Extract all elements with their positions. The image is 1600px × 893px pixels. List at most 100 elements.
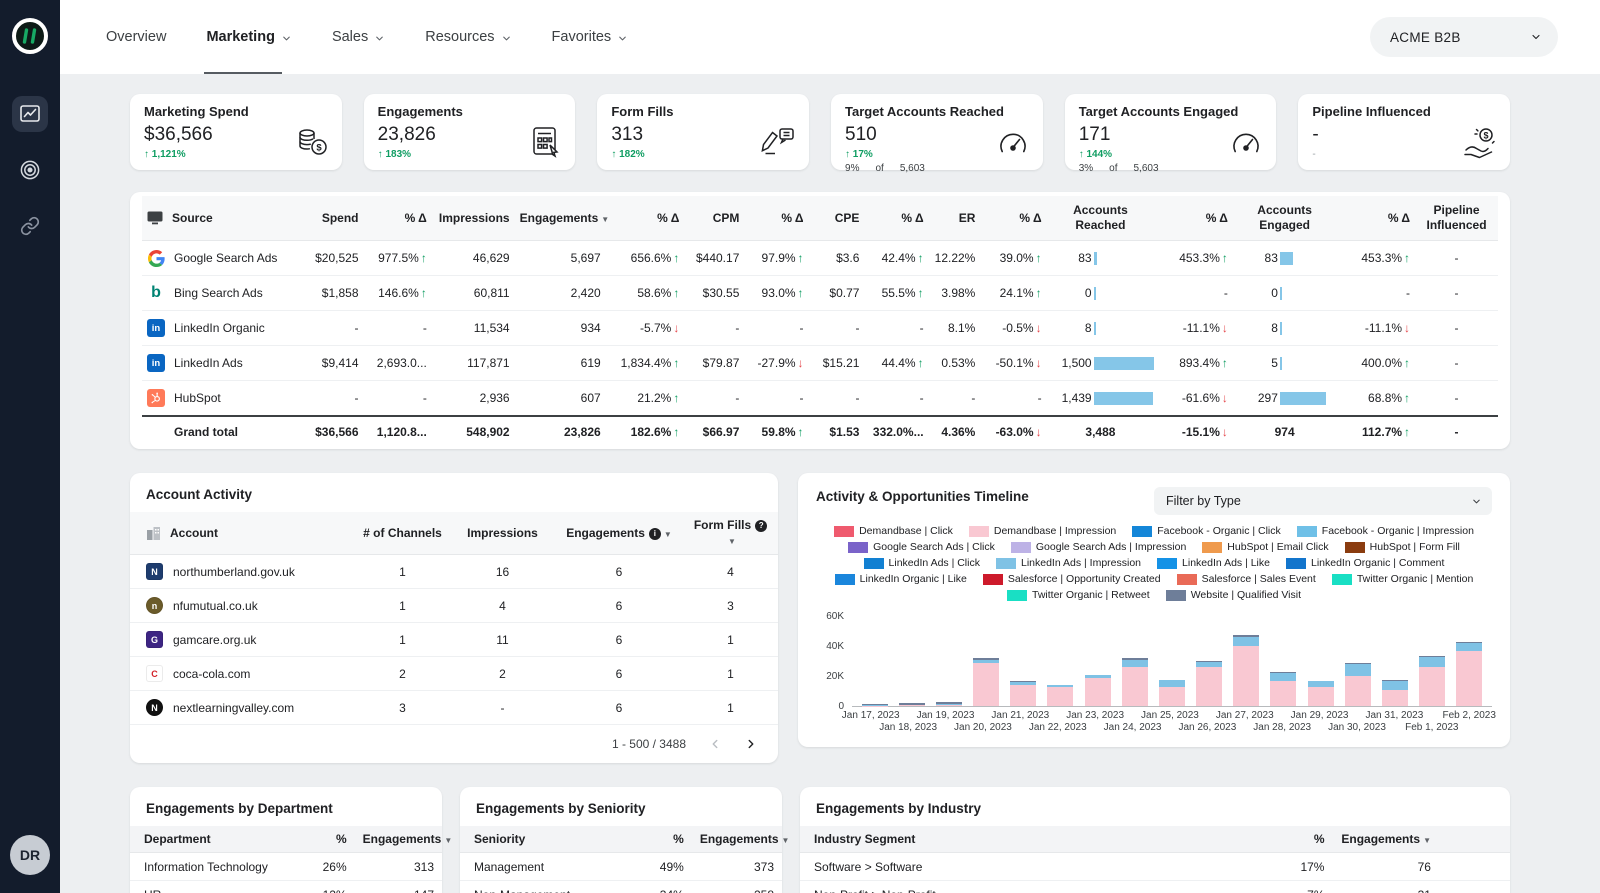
site-favicon: n <box>146 597 163 614</box>
arrow-up-icon: ↑ <box>673 251 679 265</box>
nav-item-overview[interactable]: Overview <box>106 0 166 74</box>
nav-item-marketing[interactable]: Marketing <box>206 0 292 74</box>
stacked-bar[interactable] <box>1122 658 1148 706</box>
metric-cell: 8.1% <box>929 311 981 346</box>
account-column-header-form-fills[interactable]: Form Fills?▼ <box>683 512 778 555</box>
account-domain: northumberland.gov.uk <box>173 565 295 579</box>
stacked-bar[interactable] <box>1456 642 1482 706</box>
help-icon[interactable]: ? <box>755 520 767 532</box>
nav-item-resources[interactable]: Resources <box>425 0 511 74</box>
metric-delta-cell: 58.6%↑ <box>606 276 685 311</box>
column-header-engagements[interactable]: Engagements▼ <box>515 196 606 241</box>
legend-swatch <box>834 526 854 537</box>
account-metric-cell: 1 <box>355 589 450 623</box>
pagination-prev-button[interactable] <box>708 737 722 751</box>
kpi-sub-ratio: 3%of5,603 <box>1079 163 1263 174</box>
stacked-bar[interactable] <box>1233 635 1259 706</box>
metric-cell: 619 <box>515 346 606 381</box>
legend-swatch <box>1007 590 1027 601</box>
account-domain: gamcare.org.uk <box>173 633 256 647</box>
chevron-down-icon <box>1471 496 1482 507</box>
nav-item-sales[interactable]: Sales <box>332 0 385 74</box>
account-domain: nfumutual.co.uk <box>173 599 258 613</box>
metric-cell: - <box>364 311 432 346</box>
source-table-row[interactable]: inLinkedIn Organic--11,534934-5.7%↓----8… <box>142 311 1498 346</box>
nav-item-label: Favorites <box>552 29 612 45</box>
stacked-bar[interactable] <box>1010 681 1036 706</box>
bar-segment-demandbase-impression <box>1270 681 1296 707</box>
metric-cell: - <box>1415 346 1498 381</box>
source-name-cell: in LinkedIn Organic <box>142 311 297 346</box>
stacked-bar[interactable] <box>973 658 999 706</box>
stacked-bar[interactable] <box>1159 680 1185 706</box>
column-header-er: ER <box>929 196 981 241</box>
legend-label: Salesforce | Sales Event <box>1202 573 1316 585</box>
brand-logo-icon[interactable] <box>10 16 50 56</box>
stacked-bar[interactable] <box>1345 663 1371 706</box>
account-table-row[interactable]: Ggamcare.org.uk11161 <box>130 623 778 657</box>
primary-nav: Overview Marketing Sales Resources Favorites <box>106 0 628 74</box>
nav-item-favorites[interactable]: Favorites <box>552 0 629 74</box>
legend-label: Facebook - Organic | Click <box>1157 525 1281 537</box>
stacked-bar[interactable] <box>1308 681 1334 706</box>
source-name-cell: inLinkedIn Ads <box>142 346 297 381</box>
monitor-icon <box>147 211 163 225</box>
column-header-engagements[interactable]: Engagements▼ <box>692 826 782 853</box>
stacked-bar[interactable] <box>862 704 888 706</box>
account-table-row[interactable]: Nnorthumberland.gov.uk11664 <box>130 555 778 589</box>
arrow-down-icon: ↓ <box>1222 425 1228 439</box>
filter-by-type-select[interactable]: Filter by Type <box>1154 487 1492 515</box>
arrow-up-icon: ↑ <box>421 286 427 300</box>
account-table-row[interactable]: Nnextlearningvalley.com3-61 <box>130 691 778 725</box>
metric-delta-cell: 400.0%↑ <box>1336 346 1415 381</box>
stacked-bar[interactable] <box>899 703 925 706</box>
legend-swatch <box>1166 590 1186 601</box>
chart-bar-slot <box>1302 609 1339 706</box>
column-header-engagements[interactable]: Engagements▼ <box>1332 826 1439 853</box>
source-table-row[interactable]: bBing Search Ads$1,858146.6%↑60,8112,420… <box>142 276 1498 311</box>
stacked-bar[interactable] <box>1419 656 1445 706</box>
stacked-bar[interactable] <box>1196 661 1222 706</box>
stacked-bar[interactable] <box>936 702 962 706</box>
delta-value: -5.7% <box>640 321 671 335</box>
source-table-row[interactable]: HubSpot--2,93660721.2%↑------1,439-61.6%… <box>142 381 1498 417</box>
linkedin-icon: in <box>147 354 165 372</box>
delta-value: 1,834.4% <box>621 356 672 370</box>
sidebar-link-icon[interactable] <box>12 208 48 244</box>
source-table-row[interactable]: Google Search Ads$20,525977.5%↑46,6295,6… <box>142 241 1498 276</box>
stacked-bar[interactable] <box>1382 680 1408 706</box>
cell: 26% <box>302 853 355 881</box>
account-table-row[interactable]: Ccoca-cola.com2261 <box>130 657 778 691</box>
source-table-row[interactable]: inLinkedIn Ads$9,4142,693.0...117,871619… <box>142 346 1498 381</box>
metric-cell: - <box>1415 276 1498 311</box>
inline-bar <box>1094 357 1155 370</box>
account-table-row[interactable]: nnfumutual.co.uk1463 <box>130 589 778 623</box>
column-header-engagements[interactable]: Engagements▼ <box>355 826 442 853</box>
legend-swatch <box>1011 542 1031 553</box>
account-column-header-engagements[interactable]: Engagementsi▼ <box>555 512 683 555</box>
sidebar-bullseye-icon[interactable] <box>12 152 48 188</box>
account-switcher[interactable]: ACME B2B <box>1370 17 1558 57</box>
stacked-bar[interactable] <box>1085 675 1111 706</box>
metric-cell: - <box>364 381 432 417</box>
account-name-cell: Ggamcare.org.uk <box>130 623 355 657</box>
sort-caret-icon: ▼ <box>664 530 672 539</box>
user-avatar[interactable]: DR <box>10 835 50 875</box>
source-name: LinkedIn Organic <box>174 321 265 335</box>
bar-segment-demandbase-impression <box>973 663 999 707</box>
stacked-bar[interactable] <box>1270 672 1296 706</box>
legend-item-demandbase-click: Demandbase | Click <box>834 525 953 537</box>
stacked-bar[interactable] <box>1047 685 1073 706</box>
account-metric-cell: 1 <box>355 555 450 589</box>
bar-segment-demandbase-impression <box>899 705 925 706</box>
linkedin-icon: in <box>147 319 165 337</box>
pagination-next-button[interactable] <box>744 737 758 751</box>
info-icon[interactable]: i <box>649 528 661 540</box>
chart-bar-slot <box>1116 609 1153 706</box>
sidebar-analytics-chart-icon[interactable] <box>12 96 48 132</box>
column-header-department: Department <box>130 826 302 853</box>
seniority-table: Seniority%Engagements▼Management49%373No… <box>460 826 782 893</box>
metric-delta-cell: 1,834.4%↑ <box>606 346 685 381</box>
metric-cell: 2,693.0... <box>364 346 432 381</box>
svg-text:$: $ <box>316 143 322 154</box>
